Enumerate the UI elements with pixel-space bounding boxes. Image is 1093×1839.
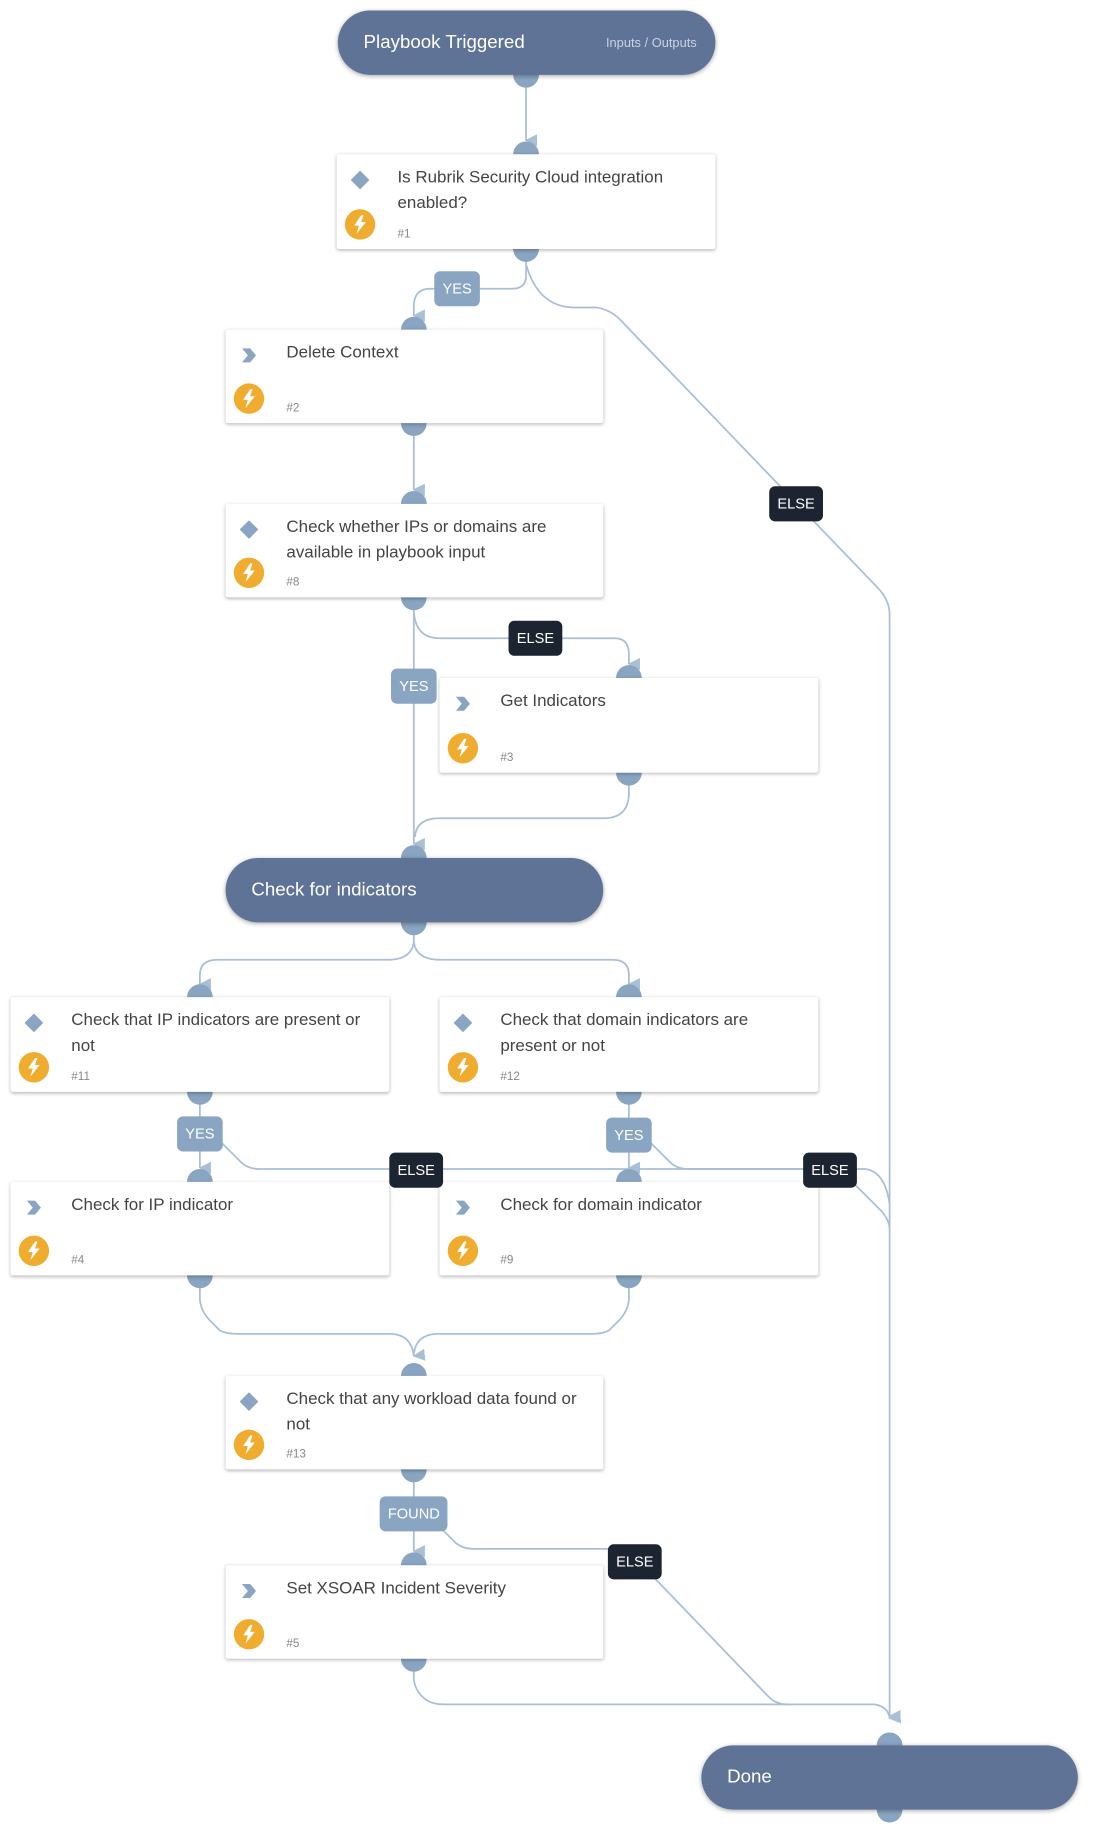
condition-diamond-icon xyxy=(239,520,259,539)
task-number: #2 xyxy=(286,402,300,415)
done-title: Done xyxy=(727,1766,772,1787)
condition-diamond-icon xyxy=(350,170,370,190)
task-title: Set XSOAR Incident Severity xyxy=(286,1579,506,1599)
task-title: Check for IP indicator xyxy=(71,1195,234,1215)
task-node-2[interactable]: Delete Context #2 xyxy=(225,329,604,424)
section-title: Check for indicators xyxy=(251,879,417,900)
done-node[interactable]: Done xyxy=(701,1745,1078,1810)
else-branch-badge[interactable]: ELSE xyxy=(508,620,563,656)
task-node-3[interactable]: Get Indicators #3 xyxy=(439,678,819,773)
task-title: Check whether IPs or domains are availab… xyxy=(286,517,547,563)
command-chevron-icon xyxy=(455,1200,470,1215)
section-header-node[interactable]: Check for indicators xyxy=(225,858,604,923)
start-title: Playbook Triggered xyxy=(363,32,525,53)
edge-t4-t13 xyxy=(199,1275,426,1361)
task-node-4[interactable]: Check for IP indicator #4 xyxy=(10,1181,390,1276)
task-number: #1 xyxy=(397,227,411,241)
yes-branch-badge[interactable]: YES xyxy=(391,668,437,704)
task-number: #4 xyxy=(71,1254,85,1268)
task-node-1[interactable]: Is Rubrik Security Cloud integration ena… xyxy=(336,154,716,249)
task-node-13[interactable]: Check that any workload data found or no… xyxy=(225,1375,604,1470)
command-chevron-icon xyxy=(455,696,470,711)
yes-branch-badge[interactable]: YES xyxy=(606,1117,652,1153)
task-node-8[interactable]: Check whether IPs or domains are availab… xyxy=(225,503,604,598)
yes-branch-badge[interactable]: YES xyxy=(434,271,480,307)
found-branch-badge[interactable]: FOUND xyxy=(379,1496,448,1532)
task-title: Check that IP indicators are present or … xyxy=(71,1011,361,1056)
automation-bolt-icon xyxy=(447,732,479,764)
automation-bolt-icon xyxy=(447,1235,479,1267)
command-chevron-icon xyxy=(241,348,257,363)
automation-bolt-icon xyxy=(233,383,265,414)
automation-bolt-icon xyxy=(233,1619,265,1650)
automation-bolt-icon xyxy=(447,1052,479,1083)
task-title: Delete Context xyxy=(286,343,399,363)
edge-t9-t13 xyxy=(412,1275,630,1354)
else-branch-badge[interactable]: ELSE xyxy=(769,486,823,522)
yes-branch-badge[interactable]: YES xyxy=(177,1116,223,1152)
command-chevron-icon xyxy=(26,1200,41,1215)
task-title: Is Rubrik Security Cloud integration ena… xyxy=(397,168,664,213)
else-branch-badge[interactable]: ELSE xyxy=(389,1152,444,1188)
task-node-12[interactable]: Check that domain indicators are present… xyxy=(439,997,819,1092)
edge-t3-section xyxy=(414,772,630,838)
task-title: Check for domain indicator xyxy=(500,1195,702,1215)
task-node-9[interactable]: Check for domain indicator #9 xyxy=(439,1181,819,1276)
automation-bolt-icon xyxy=(233,1429,265,1461)
automation-bolt-icon xyxy=(233,557,265,589)
playbook-canvas[interactable]: Playbook Triggered Inputs / Outputs Is R… xyxy=(0,0,1093,1839)
task-number: #12 xyxy=(500,1070,520,1084)
task-number: #9 xyxy=(500,1254,514,1268)
else-branch-badge[interactable]: ELSE xyxy=(607,1544,662,1580)
condition-diamond-icon xyxy=(239,1392,259,1411)
task-title: Get Indicators xyxy=(500,692,606,711)
condition-diamond-icon xyxy=(453,1013,473,1033)
else-branch-badge[interactable]: ELSE xyxy=(803,1152,857,1188)
playbook-triggered-node[interactable]: Playbook Triggered Inputs / Outputs xyxy=(337,10,716,75)
automation-bolt-icon xyxy=(18,1052,50,1083)
task-title: Check that domain indicators are present… xyxy=(500,1011,749,1056)
task-number: #5 xyxy=(286,1637,300,1651)
task-number: #11 xyxy=(71,1070,90,1084)
edge-t5-done xyxy=(412,1658,902,1724)
task-number: #8 xyxy=(286,576,300,590)
task-title: Check that any workload data found or no… xyxy=(286,1389,577,1435)
edge-section-t12 xyxy=(412,942,640,991)
edge-t1-done-else xyxy=(525,263,901,1723)
task-number: #3 xyxy=(500,751,514,765)
automation-bolt-icon xyxy=(18,1235,50,1267)
edge-section-t11 xyxy=(198,922,415,991)
inputs-outputs-link[interactable]: Inputs / Outputs xyxy=(606,36,697,50)
task-node-5[interactable]: Set XSOAR Incident Severity #5 xyxy=(225,1565,604,1659)
automation-bolt-icon xyxy=(344,209,376,240)
task-node-11[interactable]: Check that IP indicators are present or … xyxy=(10,997,390,1092)
condition-diamond-icon xyxy=(24,1013,44,1033)
task-number: #13 xyxy=(286,1448,306,1462)
command-chevron-icon xyxy=(241,1583,257,1599)
